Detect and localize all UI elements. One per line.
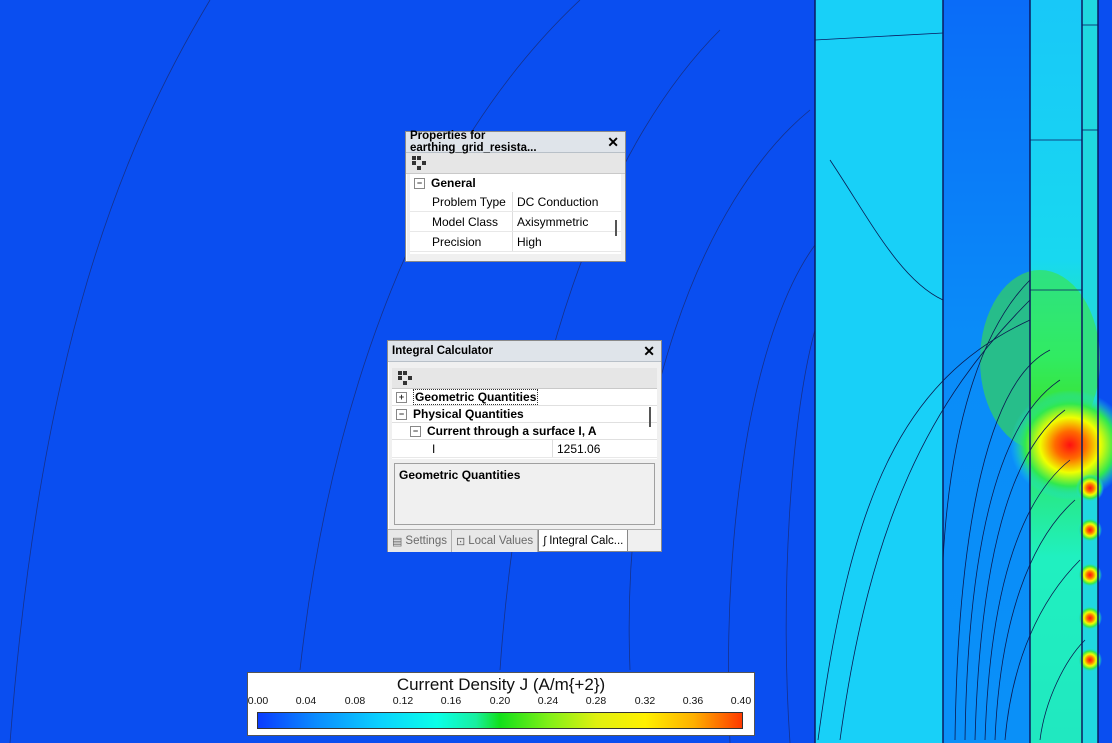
legend-tick: 0.40 — [730, 695, 752, 707]
legend-tick: 0.00 — [247, 695, 269, 707]
legend-tick: 0.36 — [682, 695, 704, 707]
group-label: General — [431, 176, 476, 190]
legend-tick: 0.20 — [489, 695, 511, 707]
properties-grid: − General Problem Type DC Conduction Mod… — [410, 174, 621, 254]
group-label: Physical Quantities — [413, 407, 524, 421]
properties-titlebar[interactable]: Properties for earthing_grid_resista... … — [406, 130, 625, 154]
properties-title: Properties for earthing_grid_resista... — [410, 130, 537, 154]
group-label: Geometric Quantities — [413, 389, 539, 405]
properties-toolbar — [406, 153, 625, 174]
property-value[interactable]: High — [513, 232, 542, 251]
property-row[interactable]: Precision High — [410, 232, 621, 252]
property-value[interactable]: DC Conduction — [513, 192, 598, 211]
group-label: Current through a surface I, A — [427, 424, 597, 438]
legend-title: Current Density J (A/m{+2}) — [396, 675, 606, 694]
property-row[interactable]: Problem Type DC Conduction — [410, 192, 621, 212]
collapse-icon[interactable]: − — [414, 177, 425, 189]
legend-tick: 0.28 — [585, 695, 607, 707]
group-general[interactable]: − General — [410, 174, 621, 192]
close-icon[interactable]: ✕ — [605, 134, 621, 151]
legend-tick: 0.32 — [634, 695, 656, 707]
color-legend: Current Density J (A/m{+2}) 0.00 0.04 0.… — [247, 672, 755, 736]
integral-calculator-window: Integral Calculator ✕ + Geometric Quanti… — [387, 340, 662, 552]
property-key: Model Class — [410, 212, 513, 231]
group-geometric[interactable]: + Geometric Quantities — [392, 389, 657, 406]
legend-tick: 0.16 — [440, 695, 462, 707]
value-row[interactable]: I 1251.06 — [392, 440, 657, 458]
property-value[interactable]: Axisymmetric — [513, 212, 588, 231]
categorized-view-icon[interactable] — [412, 156, 426, 170]
tab-label: Settings — [405, 535, 447, 547]
legend-tick: 0.08 — [344, 695, 366, 707]
local-values-icon: ⊡ — [455, 535, 466, 548]
tab-strip: ▤ Settings ⊡ Local Values ∫ Integral Cal… — [388, 529, 661, 552]
group-physical[interactable]: − Physical Quantities — [392, 406, 657, 423]
legend-tick: 0.24 — [537, 695, 559, 707]
integral-icon: ∫ — [543, 534, 547, 547]
settings-icon: ▤ — [392, 535, 403, 548]
tab-label: Integral Calc... — [549, 534, 624, 547]
collapse-icon[interactable]: − — [410, 425, 421, 437]
tab-local-values[interactable]: ⊡ Local Values — [451, 530, 539, 552]
tab-label: Local Values — [468, 535, 534, 547]
integral-titlebar[interactable]: Integral Calculator ✕ — [388, 341, 661, 362]
categorized-view-icon[interactable] — [398, 371, 412, 385]
property-key: Problem Type — [410, 192, 513, 211]
group-current[interactable]: − Current through a surface I, A — [392, 423, 657, 440]
description-text: Geometric Quantities — [399, 468, 521, 482]
property-row[interactable]: Model Class Axisymmetric — [410, 212, 621, 232]
expand-icon[interactable]: + — [396, 391, 407, 403]
scrollbar[interactable] — [649, 407, 651, 427]
collapse-icon[interactable]: − — [396, 408, 407, 420]
close-icon[interactable]: ✕ — [641, 343, 657, 360]
scrollbar[interactable] — [615, 220, 617, 236]
legend-tick: 0.12 — [392, 695, 414, 707]
value-result[interactable]: 1251.06 — [553, 440, 600, 457]
description-pane: Geometric Quantities — [394, 463, 655, 525]
tab-settings[interactable]: ▤ Settings — [388, 530, 452, 552]
property-key: Precision — [410, 232, 513, 251]
tab-integral-calculator[interactable]: ∫ Integral Calc... — [538, 530, 629, 552]
integral-toolbar — [392, 368, 657, 389]
properties-window: Properties for earthing_grid_resista... … — [405, 130, 626, 262]
integral-title: Integral Calculator — [392, 345, 493, 357]
legend-tick: 0.04 — [295, 695, 317, 707]
value-key: I — [392, 440, 553, 457]
legend-color-bar — [257, 712, 743, 729]
integral-grid: + Geometric Quantities − Physical Quanti… — [392, 389, 657, 459]
